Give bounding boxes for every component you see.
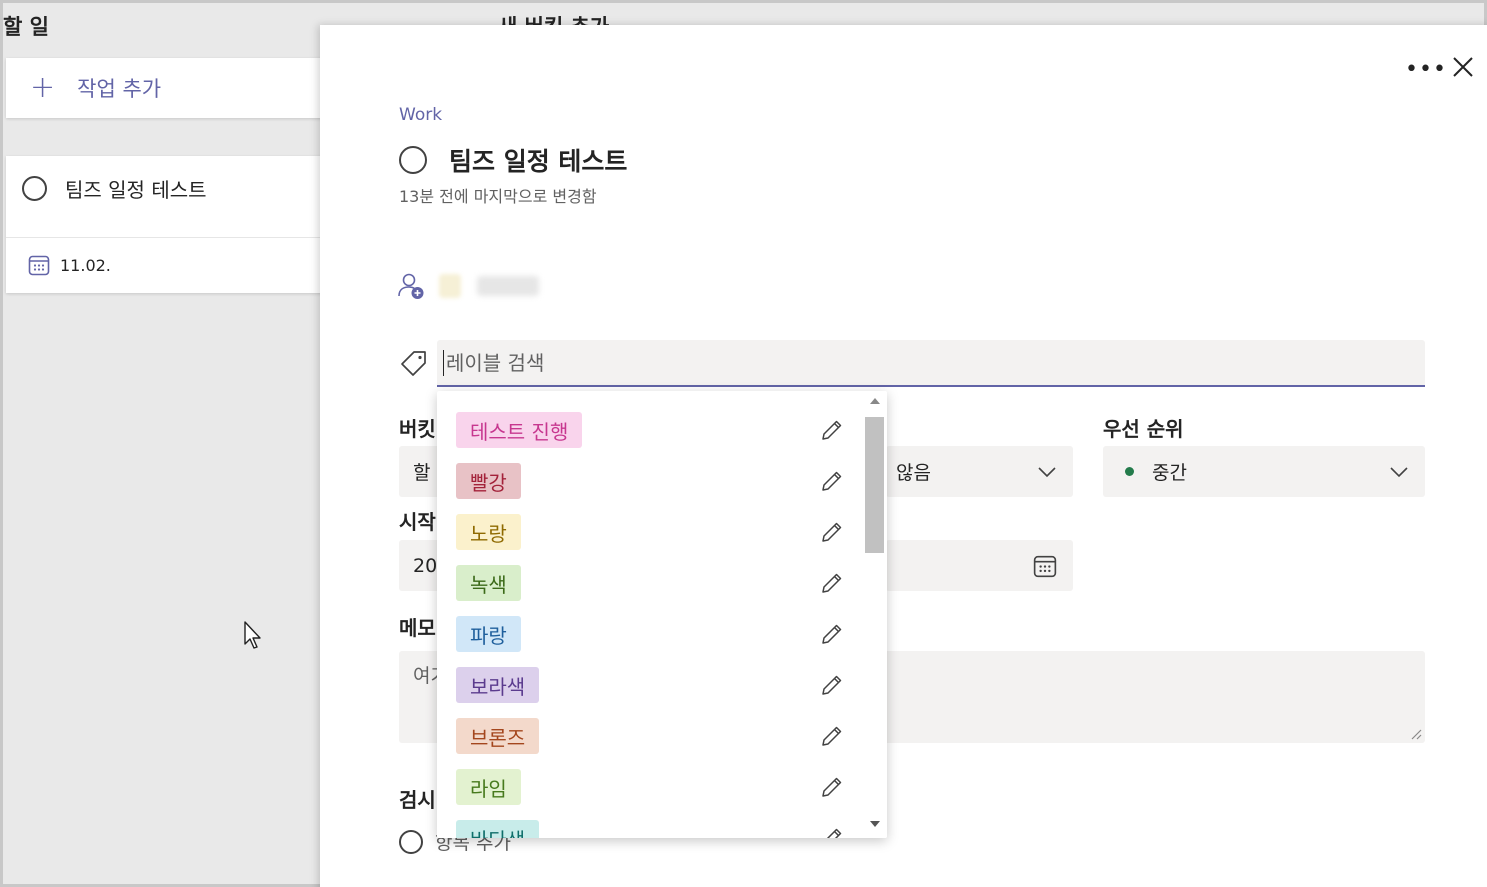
text-caret [443, 349, 444, 376]
priority-value: 중간 [1152, 462, 1187, 484]
card-divider [6, 237, 324, 238]
label-chip: 테스트 진행 [456, 412, 583, 448]
add-task-button[interactable]: + 작업 추가 [6, 58, 324, 118]
bucket-value: 할 [413, 462, 431, 484]
edit-label-pencil-icon[interactable] [820, 571, 844, 599]
priority-select[interactable]: 중간 [1103, 446, 1425, 497]
assignee-avatar[interactable] [439, 274, 461, 298]
task-due-date: 11.02. [60, 255, 111, 275]
edit-label-pencil-icon[interactable] [820, 775, 844, 803]
checklist-item-checkbox [399, 829, 423, 854]
scroll-up-arrow-icon[interactable] [870, 398, 880, 404]
label-option[interactable]: 브론즈 [456, 718, 866, 754]
chevron-down-icon [1390, 467, 1408, 478]
label-option[interactable]: 테스트 진행 [456, 412, 866, 448]
bucket-label: 버킷 [399, 417, 436, 441]
label-chip: 보라색 [456, 667, 540, 703]
label-search-input[interactable] [446, 350, 1425, 375]
edit-label-pencil-icon[interactable] [820, 520, 844, 548]
plus-icon: + [30, 70, 56, 105]
plan-name[interactable]: Work [399, 105, 442, 125]
add-task-label: 작업 추가 [77, 77, 162, 101]
label-search-field[interactable] [437, 340, 1425, 387]
scroll-down-arrow-icon[interactable] [870, 821, 880, 827]
progress-select[interactable]: 않음 [886, 446, 1073, 497]
assign-user-icon[interactable] [397, 272, 425, 300]
scrollbar-thumb[interactable] [865, 417, 884, 553]
label-option[interactable]: 라임 [456, 769, 866, 805]
chevron-down-icon [1038, 467, 1056, 478]
edit-label-pencil-icon[interactable] [820, 418, 844, 446]
edit-label-pencil-icon[interactable] [820, 469, 844, 497]
label-chip: 브론즈 [456, 718, 540, 754]
start-date-label: 시작 [399, 510, 436, 534]
label-chip: 파랑 [456, 616, 521, 652]
label-chip: 노랑 [456, 514, 521, 550]
label-option[interactable]: 바다색 [456, 820, 866, 838]
label-option[interactable]: 파랑 [456, 616, 866, 652]
label-chip: 라임 [456, 769, 521, 805]
priority-label: 우선 순위 [1103, 417, 1184, 441]
last-changed-text: 13분 전에 마지막으로 변경함 [399, 187, 597, 206]
edit-label-pencil-icon[interactable] [820, 724, 844, 752]
mouse-cursor-icon [244, 621, 261, 649]
dropdown-scrollbar[interactable] [862, 391, 887, 838]
priority-medium-icon [1125, 467, 1134, 476]
label-option[interactable]: 빨강 [456, 463, 866, 499]
checklist-label: 검시 [399, 788, 436, 812]
tag-icon [401, 351, 426, 376]
resize-handle-icon[interactable] [1410, 728, 1422, 740]
task-card[interactable]: 팀즈 일정 테스트 11.02. [6, 156, 324, 293]
complete-task-checkbox[interactable] [22, 176, 47, 201]
more-options-icon[interactable]: ••• [1405, 57, 1447, 82]
progress-value: 않음 [896, 462, 931, 484]
calendar-icon [28, 255, 50, 276]
label-chip: 빨강 [456, 463, 521, 499]
edit-label-pencil-icon[interactable] [820, 673, 844, 701]
label-chip: 바다색 [456, 820, 540, 838]
label-option[interactable]: 노랑 [456, 514, 866, 550]
edit-label-pencil-icon[interactable] [820, 826, 844, 838]
bucket-title: 할 일 [3, 15, 49, 39]
memo-label: 메모 [399, 616, 436, 640]
label-option[interactable]: 보라색 [456, 667, 866, 703]
close-icon[interactable] [1451, 55, 1475, 79]
edit-label-pencil-icon[interactable] [820, 622, 844, 650]
due-date-field[interactable] [886, 540, 1073, 591]
label-option[interactable]: 녹색 [456, 565, 866, 601]
calendar-icon[interactable] [1033, 554, 1057, 578]
task-title[interactable]: 팀즈 일정 테스트 [449, 142, 627, 178]
label-chip: 녹색 [456, 565, 521, 601]
task-card-title: 팀즈 일정 테스트 [65, 178, 207, 202]
assignee-name [477, 276, 539, 296]
complete-task-checkbox[interactable] [399, 146, 427, 174]
label-dropdown: 테스트 진행빨강노랑녹색파랑보라색브론즈라임바다색 [437, 391, 887, 838]
